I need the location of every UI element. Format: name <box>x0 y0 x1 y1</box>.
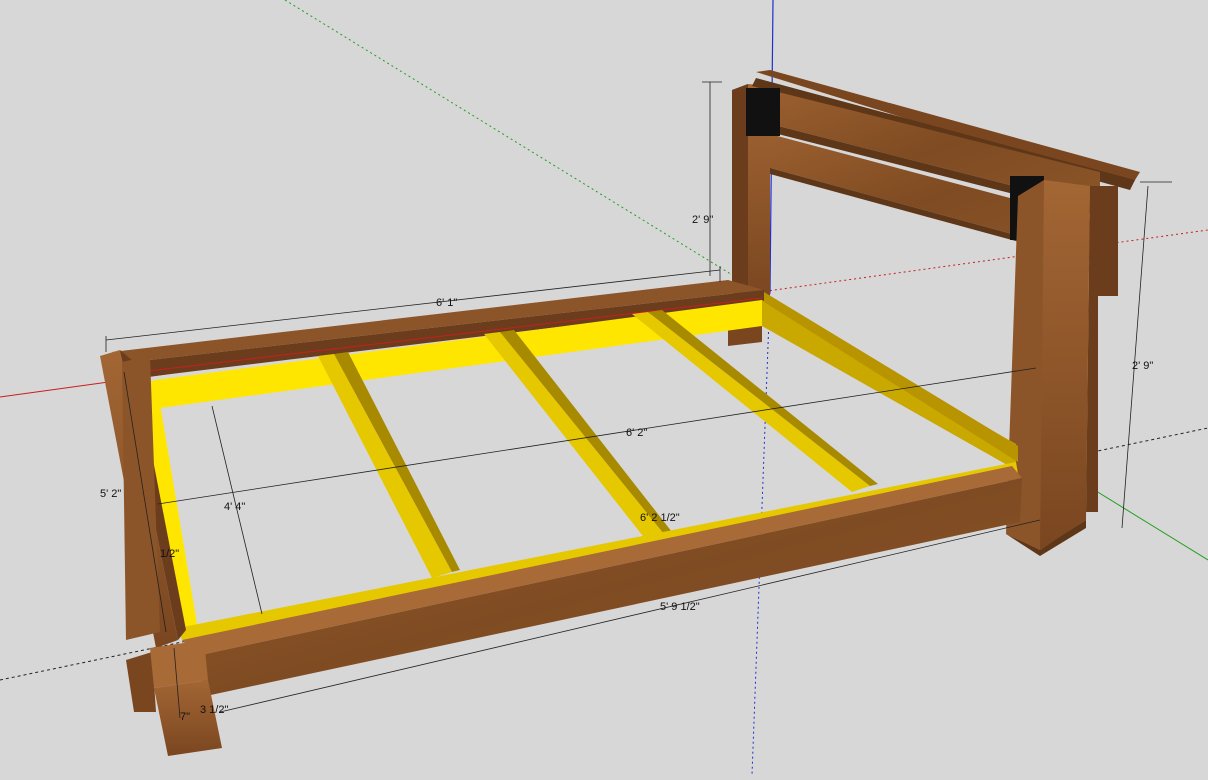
dim-leg-height: 7" <box>180 711 190 723</box>
front-inner-rail <box>178 462 1018 640</box>
sketchup-viewport[interactable]: 6' 1" 2' 9" 2' 9" 6' 2" 4' 4" 5' 2" 1/2"… <box>0 0 1208 776</box>
dim-top-side-length: 6' 1" <box>436 297 457 309</box>
front-rail <box>182 466 1022 696</box>
green-axis-dotted <box>284 0 761 293</box>
dim-headboard-left-height: 2' 9" <box>692 214 713 226</box>
dim-leg-width: 3 1/2" <box>200 704 228 716</box>
bracket-left <box>746 88 780 136</box>
dim-headboard-right-height: 2' 9" <box>1132 360 1153 372</box>
bed-frame-model[interactable]: 6' 1" 2' 9" 2' 9" 6' 2" 4' 4" 5' 2" 1/2"… <box>0 0 1208 776</box>
dim-inner-width: 4' 4" <box>224 501 245 513</box>
dim-front-left-side: 5' 2" <box>100 488 121 500</box>
headboard-right-post-side <box>1086 186 1118 512</box>
dim-left-small: 1/2" <box>160 548 179 560</box>
dim-frame-length: 6' 2" <box>626 427 647 439</box>
dim-rail-inner-length: 6' 2 1/2" <box>640 512 680 524</box>
slat-1 <box>318 354 452 578</box>
dim-front-rail-length: 5' 9 1/2" <box>660 601 700 613</box>
